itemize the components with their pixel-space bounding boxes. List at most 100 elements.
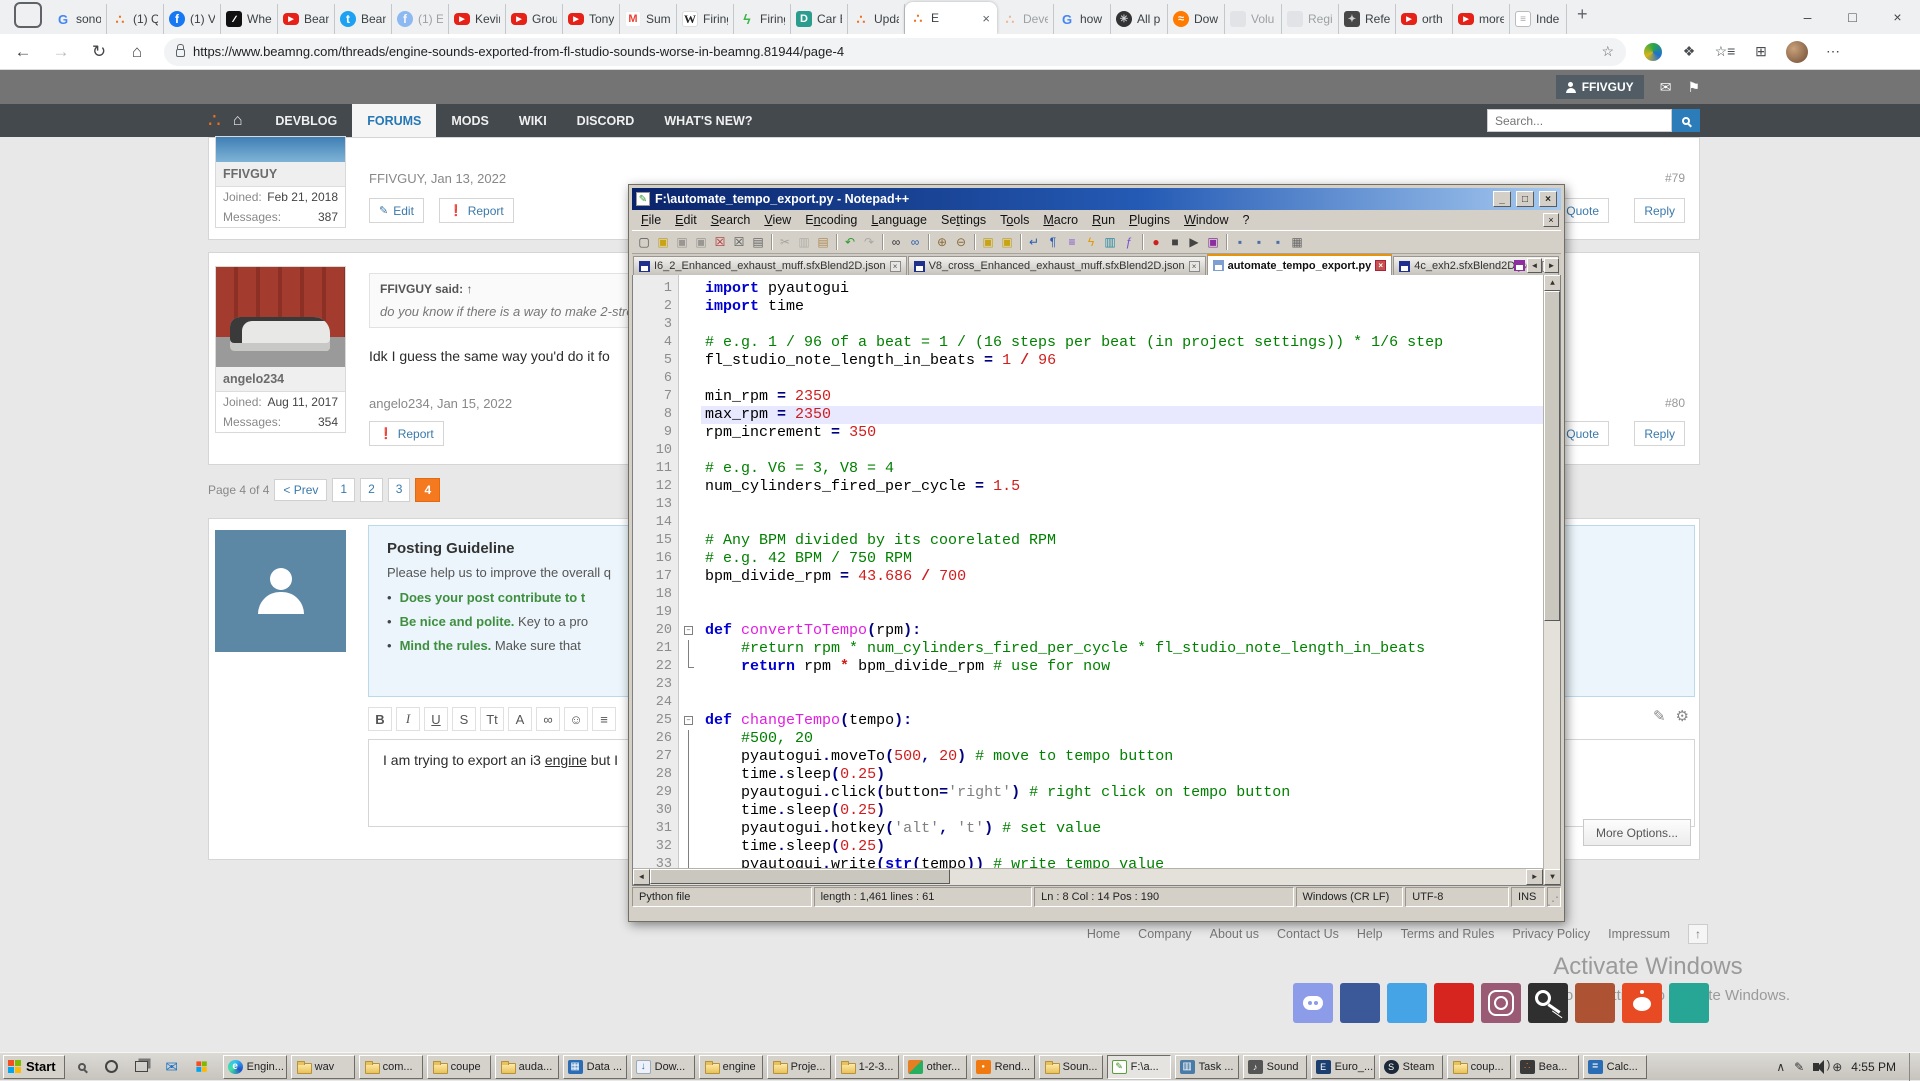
refresh-button[interactable]: ↻ [84,37,114,67]
browser-tab[interactable]: E× [905,2,997,34]
home-button[interactable]: ⌂ [122,37,152,67]
browser-tab[interactable]: (1) E [392,4,449,34]
browser-tab[interactable]: how [1054,4,1111,34]
scroll-down-icon[interactable]: ▼ [1544,869,1561,885]
footer-link-help[interactable]: Help [1357,927,1383,941]
footer-link-company[interactable]: Company [1138,927,1192,941]
record-macro-icon[interactable]: ● [1147,233,1165,251]
back-button[interactable]: ← [8,37,38,67]
edit-button[interactable]: ✎Edit [369,198,424,223]
monitoring-icon[interactable]: ϟ [1082,233,1100,251]
paste-icon[interactable]: ▤ [814,233,832,251]
browser-tab[interactable]: (1) Q [107,4,164,34]
doc-tab-close-icon[interactable]: × [1375,260,1386,271]
forward-button[interactable]: → [46,37,76,67]
favorites-icon[interactable]: ☆≡ [1712,39,1738,65]
taskbar-app-folder[interactable]: Soun... [1039,1055,1103,1079]
taskbar-app-calc[interactable]: Calc... [1583,1055,1647,1079]
browser-tab[interactable]: Dow [1168,4,1225,34]
status-encoding[interactable]: UTF-8 [1405,887,1509,907]
taskbar-app-folder[interactable]: auda... [495,1055,559,1079]
post-date[interactable]: angelo234, Jan 15, 2022 [369,396,512,411]
nav-item-what-s-new-[interactable]: WHAT'S NEW? [649,104,767,137]
menu-help[interactable]: ? [1236,211,1257,229]
browser-tab[interactable]: Whe [221,4,278,34]
store-icon[interactable] [189,1055,215,1079]
tab-scroll-left-icon[interactable]: ◄ [1527,258,1542,273]
save-macro-icon[interactable]: ▣ [1204,233,1222,251]
add-favorite-icon[interactable]: ☆ [1601,43,1614,60]
browser-tab[interactable]: Car E [791,4,848,34]
npp-minimize-button[interactable]: _ [1493,191,1511,207]
post-date[interactable]: FFIVGUY, Jan 13, 2022 [369,171,506,186]
browser-tab[interactable]: Grou [506,4,563,34]
sync-horizontal-icon[interactable]: ▣ [998,233,1016,251]
key-icon[interactable] [1528,983,1568,1023]
reply-button[interactable]: Reply [1634,421,1685,446]
show-symbols-icon[interactable]: ¶ [1044,233,1062,251]
horizontal-scroll-thumb[interactable] [650,869,950,884]
start-button[interactable]: Start [3,1055,65,1079]
post-number[interactable]: #80 [1665,396,1685,410]
save-all-icon[interactable]: ▣ [692,233,710,251]
browser-tab[interactable]: orth [1396,4,1453,34]
alerts-flag-icon[interactable]: ⚑ [1687,79,1700,96]
nav-item-mods[interactable]: MODS [436,104,504,137]
close-all-icon[interactable]: ☒ [730,233,748,251]
new-file-icon[interactable]: ▢ [635,233,653,251]
report-button[interactable]: ❗Report [439,198,514,223]
npp-maximize-button[interactable]: □ [1516,191,1534,207]
footer-link-privacy-policy[interactable]: Privacy Policy [1512,927,1590,941]
sync-vertical-icon[interactable]: ▣ [979,233,997,251]
wrench-icon[interactable]: ⚙ [1676,707,1689,725]
search-input[interactable] [1487,109,1672,132]
stop-macro-icon[interactable]: ■ [1166,233,1184,251]
play-macro-icon[interactable]: ▶ [1185,233,1203,251]
taskbar-app-fl[interactable]: Rend... [971,1055,1035,1079]
menu-language[interactable]: Language [864,211,934,229]
font-color-button[interactable]: A [508,707,532,731]
font-size-button[interactable]: Tt [480,707,504,731]
underline-button[interactable]: U [424,707,448,731]
git-icon[interactable] [1575,983,1615,1023]
status-typing-mode[interactable]: INS [1511,887,1545,907]
cortana-icon[interactable] [99,1055,125,1079]
fold-margin[interactable]: –– [680,275,700,885]
task-view-icon[interactable] [129,1055,155,1079]
grid-view-icon[interactable]: ▦ [1288,233,1306,251]
tab-actions-menu-icon[interactable] [14,2,42,28]
menu-plugins[interactable]: Plugins [1122,211,1177,229]
tab-scroll-right-icon[interactable]: ► [1544,258,1559,273]
word-wrap-icon[interactable]: ↵ [1025,233,1043,251]
replace-icon[interactable]: ∞ [906,233,924,251]
save-session-icon[interactable] [1514,260,1525,271]
page-button-1[interactable]: 1 [332,478,355,502]
compose-link[interactable]: engine [545,752,587,768]
print-icon[interactable]: ▤ [749,233,767,251]
nav-item-wiki[interactable]: WIKI [504,104,562,137]
page-button-3[interactable]: 3 [388,478,411,502]
taskbar-app-folder[interactable]: 1-2-3... [835,1055,899,1079]
menu-file[interactable]: File [634,211,668,229]
facebook-icon[interactable] [1340,983,1380,1023]
browser-tab[interactable]: Bean [278,4,335,34]
post-number[interactable]: #79 [1665,171,1685,185]
email-icon[interactable] [1669,983,1709,1023]
copy-icon[interactable]: ▥ [795,233,813,251]
taskbar-app-sound[interactable]: Sound [1243,1055,1307,1079]
browser-tab[interactable]: Bean [335,4,392,34]
discord-icon[interactable] [1293,983,1333,1023]
browser-tab[interactable]: All p [1111,4,1168,34]
vertical-scroll-thumb[interactable] [1544,291,1560,621]
tab-close-icon[interactable]: × [980,11,992,26]
npp-code-editor[interactable]: 1234567891011121314151617181920212223242… [632,275,1561,886]
find-icon[interactable]: ∞ [887,233,905,251]
scroll-left-icon[interactable]: ◄ [633,869,650,885]
maximize-button[interactable]: □ [1830,0,1875,34]
view-3-icon[interactable]: ▪ [1269,233,1287,251]
footer-link-home[interactable]: Home [1087,927,1120,941]
menu-search[interactable]: Search [704,211,758,229]
fold-collapse-icon[interactable]: – [684,716,693,725]
taskbar-app-folder[interactable]: engine [699,1055,763,1079]
save-icon[interactable]: ▣ [673,233,691,251]
